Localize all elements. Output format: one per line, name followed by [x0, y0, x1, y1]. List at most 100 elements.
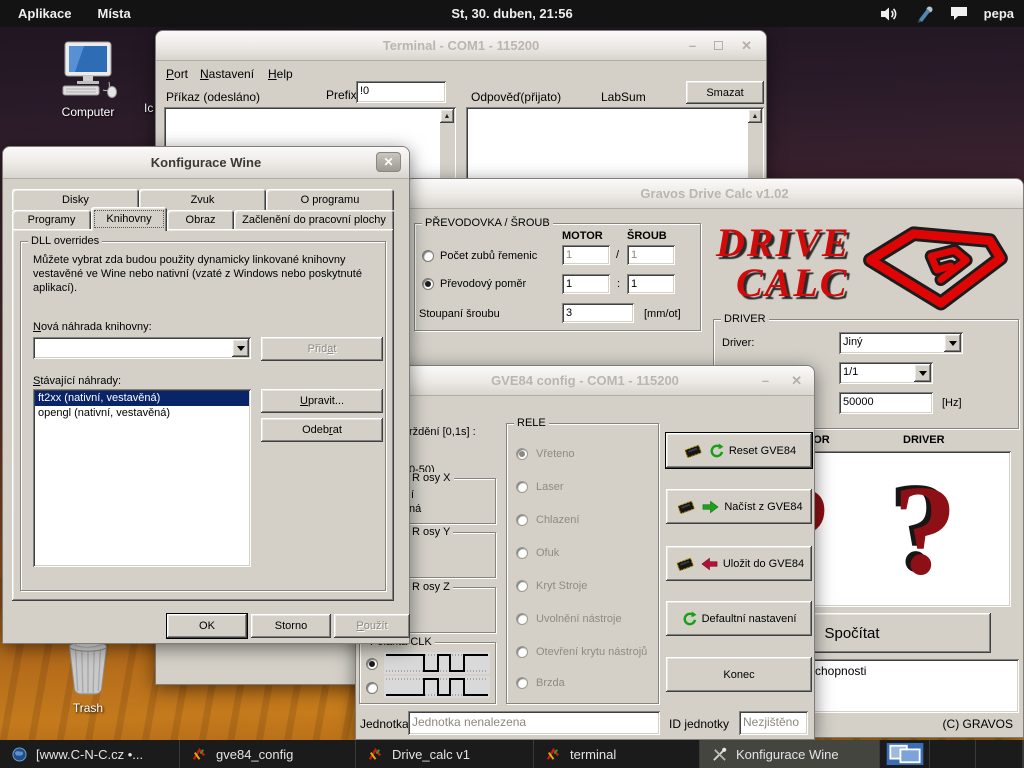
- scroll-up-icon[interactable]: ▲: [440, 109, 454, 123]
- globe-icon: [12, 747, 27, 762]
- overrides-listbox[interactable]: ft2xx (nativní, vestavěná) opengl (nativ…: [33, 389, 251, 567]
- unit-field: Jednotka nenalezena: [408, 711, 660, 735]
- stylus-icon[interactable]: [916, 5, 934, 23]
- gravos-icon: [192, 747, 207, 762]
- frequency-unit: [Hz]: [942, 397, 962, 409]
- driver-column-label: DRIVER: [903, 434, 945, 446]
- list-item[interactable]: opengl (nativní, vestavěná): [35, 406, 249, 421]
- gravos-icon: [546, 747, 561, 762]
- workspace-switcher[interactable]: [880, 740, 930, 768]
- menu-settings[interactable]: Nastavení: [200, 67, 254, 81]
- tab-knihovny[interactable]: Knihovny: [91, 207, 167, 231]
- unknown-driver-mark: ?: [893, 466, 957, 594]
- pitch-input[interactable]: 3: [562, 303, 634, 323]
- load-from-gve84-button[interactable]: Načíst z GVE84: [666, 489, 812, 524]
- new-override-combobox[interactable]: [33, 337, 251, 359]
- teeth-separator: /: [616, 249, 619, 261]
- wine-config-titlebar[interactable]: Konfigurace Wine ✕: [3, 147, 409, 179]
- pitch-unit: [mm/ot]: [644, 308, 681, 320]
- desktop-icon-trash[interactable]: Trash: [43, 632, 133, 715]
- close-icon[interactable]: ✕: [791, 373, 802, 389]
- tab-programy[interactable]: Programy: [12, 210, 91, 229]
- maximize-icon[interactable]: [714, 41, 723, 50]
- rele-radio-laser: [516, 481, 528, 493]
- labsum-label: LabSum: [601, 90, 646, 104]
- minimize-icon[interactable]: –: [762, 373, 769, 388]
- save-to-gve84-button[interactable]: Uložit do GVE84: [666, 546, 812, 581]
- ratio-radio[interactable]: [422, 278, 434, 290]
- driver-label: Driver:: [722, 337, 754, 349]
- volume-icon[interactable]: [880, 6, 900, 22]
- minimize-icon[interactable]: –: [689, 38, 696, 53]
- ratio-screw-input[interactable]: 1: [627, 274, 675, 294]
- gravos-logo-icon: [856, 221, 1014, 311]
- partial-desktop-icon-label[interactable]: Ic: [144, 101, 153, 115]
- chat-icon[interactable]: [950, 6, 968, 21]
- add-button: Přidat: [261, 337, 383, 361]
- chevron-down-icon[interactable]: [232, 339, 249, 357]
- new-override-label: Nová náhrada knihovny:: [33, 321, 152, 333]
- clock[interactable]: St, 30. duben, 21:56: [0, 6, 1024, 21]
- taskbar-item-terminal[interactable]: terminal: [534, 740, 700, 768]
- tab-o-programu[interactable]: O programu: [266, 189, 394, 210]
- unit-id-label: ID jednotky: [669, 717, 729, 731]
- rele-radio-uvolneni: [516, 613, 528, 625]
- clk-waveform-inverted-icon: [384, 676, 490, 698]
- computer-icon: [55, 40, 121, 100]
- received-label: Odpověď(přijato): [471, 90, 561, 104]
- teeth-screw-input: 1: [627, 245, 675, 265]
- taskbar-empty-slot: [976, 740, 1023, 768]
- prefix-input[interactable]: !0: [356, 81, 446, 103]
- copyright-label: (C) GRAVOS: [911, 717, 1013, 731]
- rele-radio-brzda: [516, 677, 528, 689]
- taskbar-item-browser[interactable]: [www.C-N-C.cz •...: [0, 740, 180, 768]
- edit-button[interactable]: Upravit...: [261, 389, 383, 413]
- taskbar-item-gve84-config[interactable]: gve84_config: [180, 740, 356, 768]
- chevron-down-icon[interactable]: [914, 364, 931, 382]
- username-label[interactable]: pepa: [984, 6, 1014, 21]
- arrow-left-icon: [701, 557, 718, 571]
- screw-header: ŠROUB: [627, 230, 667, 242]
- list-item[interactable]: ft2xx (nativní, vestavěná): [35, 391, 249, 406]
- terminal-titlebar[interactable]: Terminal - COM1 - 115200 – ✕: [156, 31, 766, 61]
- gve84-titlebar[interactable]: GVE84 config - COM1 - 115200 – ✕: [356, 366, 814, 396]
- drive-calc-titlebar[interactable]: Gravos Drive Calc v1.02: [406, 179, 1023, 209]
- close-gve84-button[interactable]: Konec: [666, 657, 812, 692]
- reset-gve84-button[interactable]: Reset GVE84: [666, 433, 812, 468]
- desktop-icon-computer[interactable]: Computer: [43, 40, 133, 119]
- rele-radio-chlazeni: [516, 514, 528, 526]
- driver-select[interactable]: Jiný: [839, 332, 963, 354]
- remove-button[interactable]: Odebrat: [261, 418, 383, 442]
- pitch-label: Stoupaní šroubu: [419, 308, 500, 320]
- rele-radio-kryt: [516, 580, 528, 592]
- clk-polarity-normal-radio[interactable]: [366, 658, 378, 670]
- menu-port[interactable]: Port: [166, 67, 188, 81]
- clear-button[interactable]: Smazat: [686, 81, 764, 104]
- tools-icon: [712, 747, 727, 762]
- clk-polarity-inverted-radio[interactable]: [366, 682, 378, 694]
- close-icon[interactable]: ✕: [376, 152, 401, 172]
- prefix-label: Prefix: [326, 88, 357, 102]
- unit-id-field: Nezjištěno: [739, 711, 808, 735]
- scroll-up-icon[interactable]: ▲: [748, 109, 762, 123]
- tab-obraz[interactable]: Obraz: [167, 210, 234, 229]
- cancel-button[interactable]: Storno: [251, 614, 331, 638]
- refresh-icon: [682, 611, 697, 626]
- frequency-input[interactable]: 50000: [839, 392, 933, 414]
- ratio-motor-input[interactable]: 1: [562, 274, 610, 294]
- default-settings-button[interactable]: Defaultní nastavení: [666, 601, 812, 636]
- close-icon[interactable]: ✕: [741, 38, 752, 54]
- taskbar-item-drive-calc[interactable]: Drive_calc v1: [356, 740, 534, 768]
- ok-button[interactable]: OK: [167, 614, 247, 638]
- wine-config-window: Konfigurace Wine ✕ Disky Zvuk O programu…: [2, 146, 410, 644]
- chevron-down-icon[interactable]: [944, 334, 961, 352]
- teeth-radio[interactable]: [422, 250, 434, 262]
- menu-help[interactable]: Help: [268, 67, 293, 81]
- taskbar-item-wine-config[interactable]: Konfigurace Wine: [700, 740, 880, 768]
- tab-zacleneni[interactable]: Začlenění do pracovní plochy: [234, 210, 394, 229]
- logo-text-calc: CALC: [736, 259, 848, 306]
- rele-group: RELE: [506, 423, 659, 704]
- microstep-select[interactable]: 1/1: [839, 362, 933, 384]
- ratio-radio-label: Převodový poměr: [440, 278, 526, 290]
- clk-waveform-normal-icon: [384, 652, 490, 674]
